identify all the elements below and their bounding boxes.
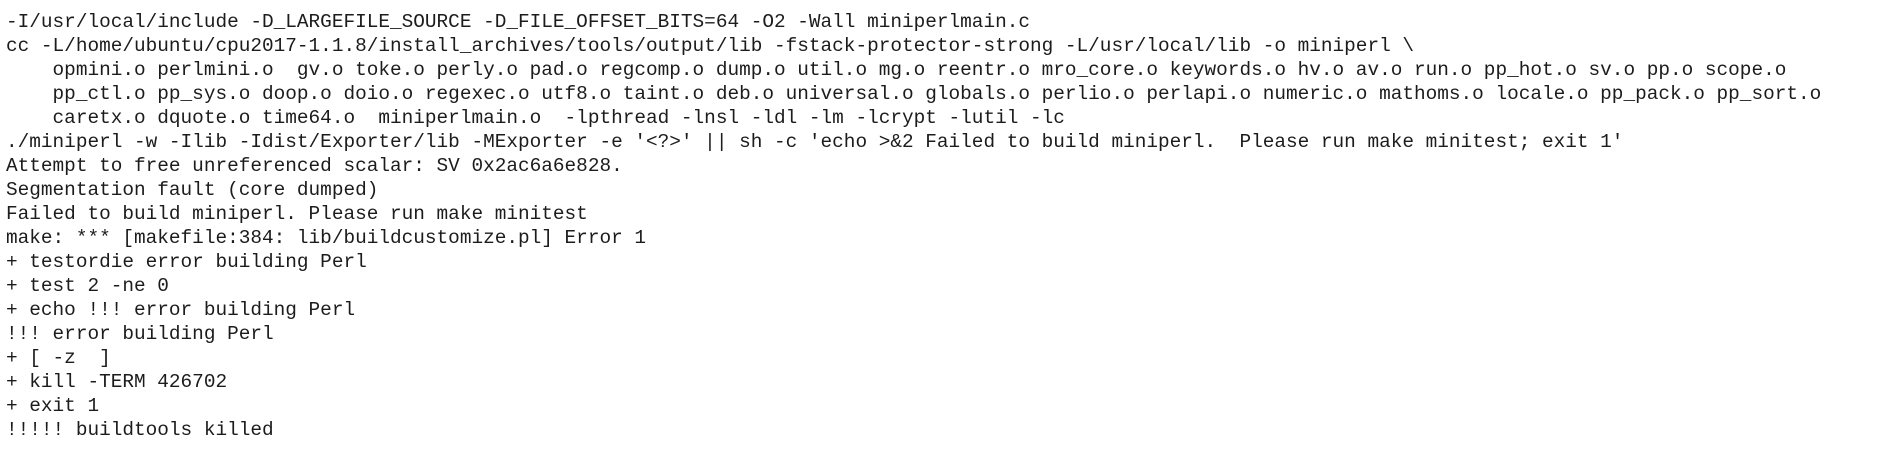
terminal-line: + exit 1: [6, 395, 100, 417]
terminal-line: + testordie error building Perl: [6, 251, 367, 273]
terminal-line: ./miniperl -w -Ilib -Idist/Exporter/lib …: [6, 131, 1624, 153]
terminal-line: caretx.o dquote.o time64.o miniperlmain.…: [6, 107, 1065, 129]
terminal-line: Attempt to free unreferenced scalar: SV …: [6, 155, 623, 177]
terminal-line: pp_ctl.o pp_sys.o doop.o doio.o regexec.…: [6, 83, 1822, 105]
terminal-line: Segmentation fault (core dumped): [6, 179, 379, 201]
terminal-line: !!! error building Perl: [6, 323, 274, 345]
terminal-line: + [ -z ]: [6, 347, 111, 369]
terminal-line: !!!!! buildtools killed: [6, 419, 274, 441]
terminal-line: + echo !!! error building Perl: [6, 299, 356, 321]
terminal-line: make: *** [makefile:384: lib/buildcustom…: [6, 227, 646, 249]
terminal-line: -I/usr/local/include -D_LARGEFILE_SOURCE…: [6, 11, 1030, 33]
terminal-output[interactable]: -I/usr/local/include -D_LARGEFILE_SOURCE…: [0, 0, 1901, 456]
terminal-line: opmini.o perlmini.o gv.o toke.o perly.o …: [6, 59, 1787, 81]
terminal-line: Failed to build miniperl. Please run mak…: [6, 203, 588, 225]
terminal-line: cc -L/home/ubuntu/cpu2017-1.1.8/install_…: [6, 35, 1414, 57]
terminal-line: + test 2 -ne 0: [6, 275, 169, 297]
terminal-line: + kill -TERM 426702: [6, 371, 228, 393]
